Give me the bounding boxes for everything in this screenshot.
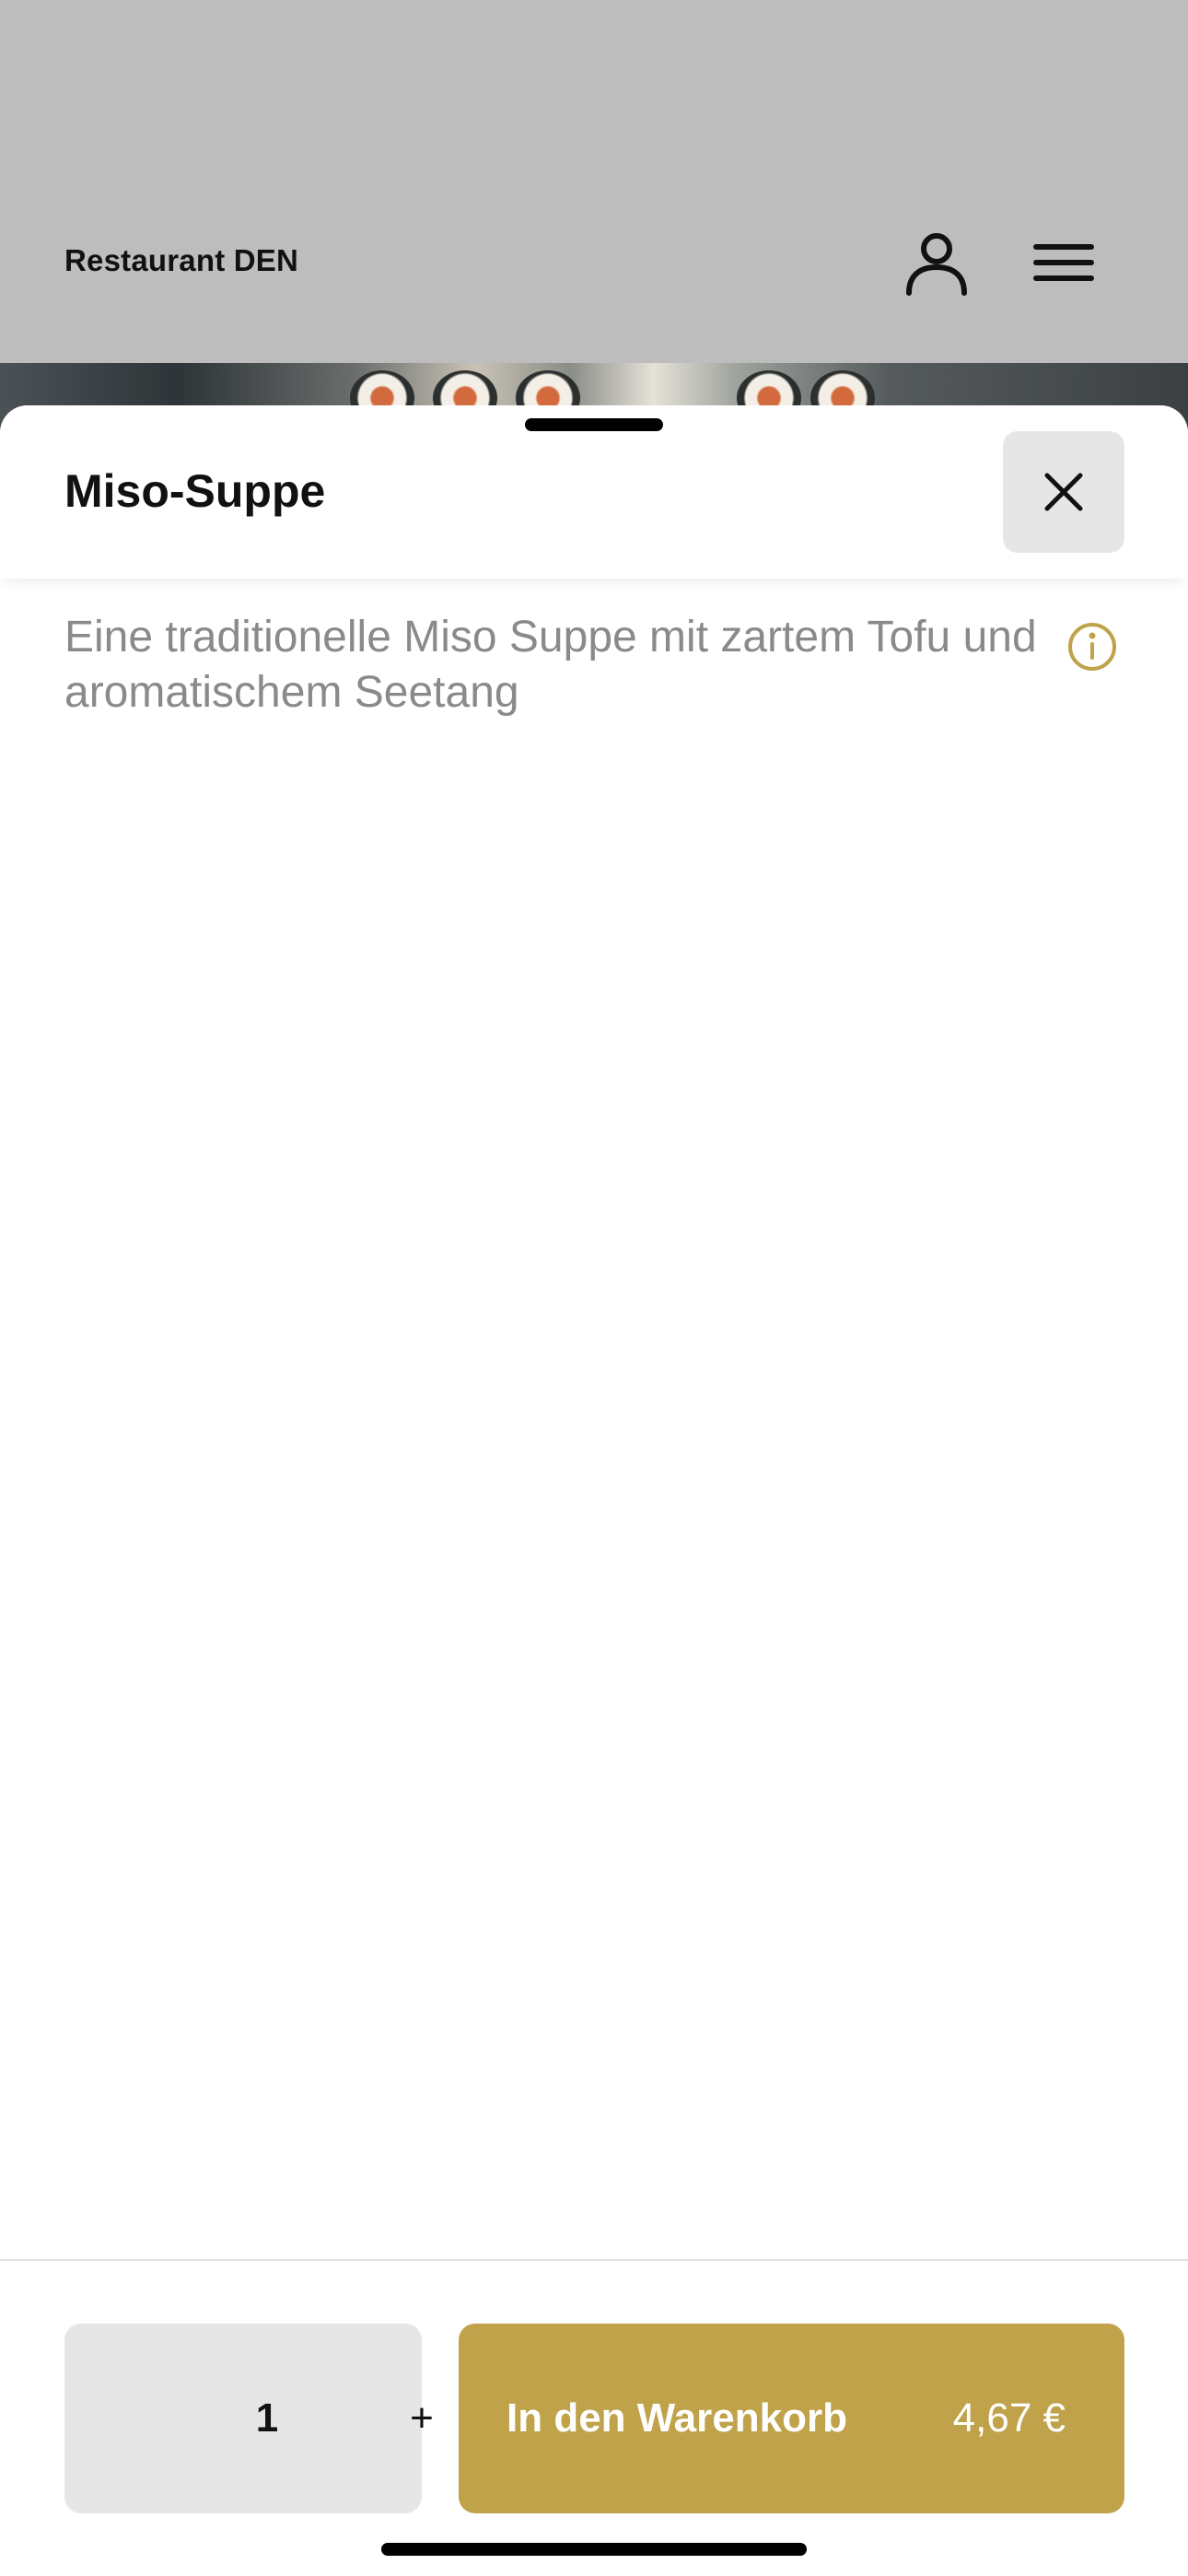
sheet-grabber[interactable] xyxy=(525,418,663,431)
quantity-value: 1 xyxy=(255,2395,279,2441)
item-detail-sheet: Miso-Suppe Eine traditionelle Miso Suppe… xyxy=(0,405,1188,2576)
quantity-stepper: 1 + xyxy=(64,2324,434,2513)
user-icon[interactable] xyxy=(895,221,978,304)
add-to-cart-label: In den Warenkorb xyxy=(507,2395,847,2441)
sheet-header: Miso-Suppe xyxy=(0,405,1188,579)
item-description: Eine traditionelle Miso Suppe mit zartem… xyxy=(64,613,1037,717)
info-icon[interactable] xyxy=(1066,621,1118,673)
item-title: Miso-Suppe xyxy=(64,465,326,517)
close-button[interactable] xyxy=(1003,431,1124,553)
item-price: 4,67 € xyxy=(952,2395,1066,2441)
brand-name[interactable]: Restaurant DEN xyxy=(64,243,298,278)
screen: Restaurant DEN Miso-Suppe Eine tradition… xyxy=(0,0,1188,2576)
home-indicator xyxy=(381,2543,807,2556)
hamburger-menu-icon[interactable] xyxy=(1022,221,1105,304)
app-header: Restaurant DEN xyxy=(0,0,1188,363)
quantity-plus-button[interactable]: + xyxy=(376,2324,468,2513)
close-icon xyxy=(1044,473,1083,511)
bottom-divider xyxy=(0,2259,1188,2261)
add-to-cart-button[interactable]: In den Warenkorb 4,67 € xyxy=(459,2324,1124,2513)
